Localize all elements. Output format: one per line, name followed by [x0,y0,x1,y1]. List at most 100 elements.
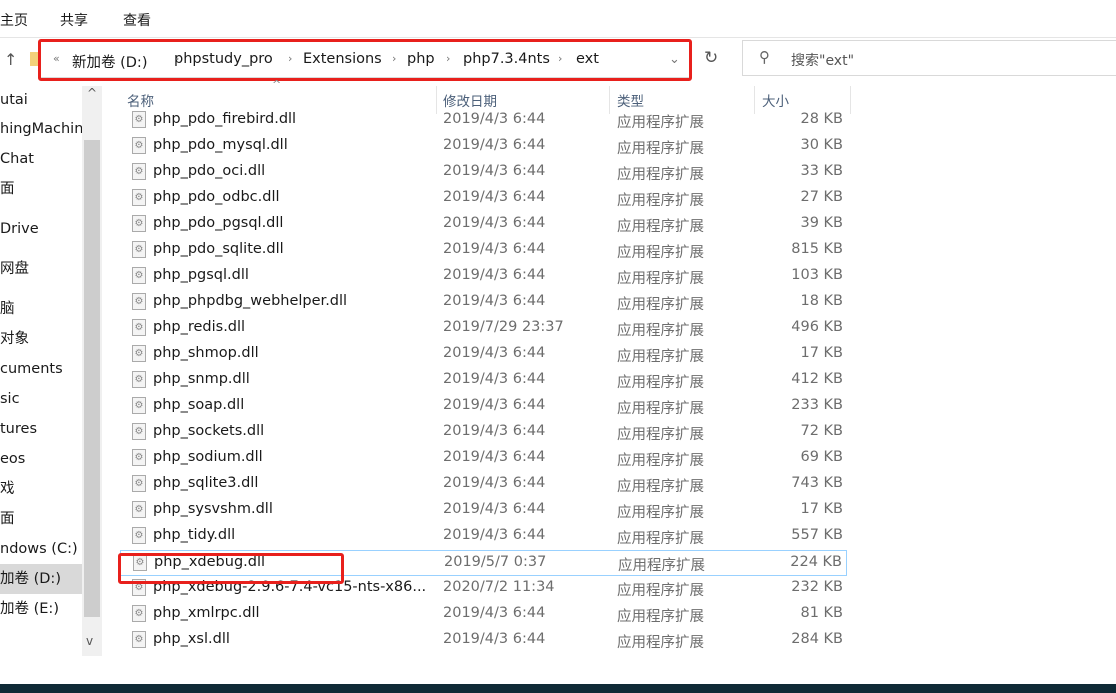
search-input[interactable]: 搜索"ext" [791,50,854,70]
dll-file-icon: ⚙ [132,163,146,180]
file-size: 496 KB [791,319,843,335]
file-date: 2019/4/3 6:44 [443,371,546,387]
file-date: 2019/4/3 6:44 [443,605,546,621]
file-row[interactable]: ⚙ php_pdo_mysql.dll 2019/4/3 6:44 应用程序扩展… [120,134,847,160]
file-date: 2019/4/3 6:44 [443,397,546,413]
file-name: php_shmop.dll [153,345,259,361]
file-name: php_sysvshm.dll [153,501,273,517]
file-row[interactable]: ⚙ php_xsl.dll 2019/4/3 6:44 应用程序扩展 284 K… [120,628,847,654]
nav-item[interactable]: ndows (C:) [0,534,82,564]
tab-share[interactable]: 共享 [60,10,88,30]
file-date: 2019/4/3 6:44 [443,215,546,231]
scroll-up-icon[interactable]: ^ [87,86,97,100]
dll-file-icon: ⚙ [132,267,146,284]
file-row[interactable]: ⚙ php_pdo_pgsql.dll 2019/4/3 6:44 应用程序扩展… [120,212,847,238]
file-row[interactable]: ⚙ php_pdo_firebird.dll 2019/4/3 6:44 应用程… [120,108,847,134]
file-type: 应用程序扩展 [617,635,704,651]
nav-item[interactable]: cuments [0,354,82,384]
file-name: php_pgsql.dll [153,267,249,283]
file-row[interactable]: ⚙ php_pdo_odbc.dll 2019/4/3 6:44 应用程序扩展 … [120,186,847,212]
file-date: 2019/4/3 6:44 [443,423,546,439]
file-name: php_xsl.dll [153,631,230,647]
dll-file-icon: ⚙ [132,449,146,466]
column-header-size[interactable]: 大小 [762,90,789,110]
file-row[interactable]: ⚙ php_soap.dll 2019/4/3 6:44 应用程序扩展 233 … [120,394,847,420]
file-type: 应用程序扩展 [617,167,704,183]
dll-file-icon: ⚙ [132,345,146,362]
column-header-name[interactable]: 名称 [127,90,154,110]
file-row[interactable]: ⚙ php_pgsql.dll 2019/4/3 6:44 应用程序扩展 103… [120,264,847,290]
column-header-type[interactable]: 类型 [617,90,644,110]
file-name: php_sodium.dll [153,449,263,465]
file-date: 2019/4/3 6:44 [443,631,546,647]
file-size: 28 KB [800,111,843,127]
nav-item[interactable]: 加卷 (D:) [0,564,82,594]
file-size: 17 KB [800,501,843,517]
nav-item[interactable]: 对象 [0,324,82,354]
dll-file-icon: ⚙ [132,189,146,206]
nav-item[interactable]: Drive [0,214,82,244]
file-size: 18 KB [800,293,843,309]
file-row[interactable]: ⚙ php_snmp.dll 2019/4/3 6:44 应用程序扩展 412 … [120,368,847,394]
scrollbar-thumb[interactable] [84,140,100,617]
file-row[interactable]: ⚙ php_sqlite3.dll 2019/4/3 6:44 应用程序扩展 7… [120,472,847,498]
file-date: 2019/4/3 6:44 [443,137,546,153]
nav-item[interactable]: sic [0,384,82,414]
nav-item[interactable]: 脑 [0,294,82,324]
file-row[interactable]: ⚙ php_sockets.dll 2019/4/3 6:44 应用程序扩展 7… [120,420,847,446]
file-row[interactable]: ⚙ php_sodium.dll 2019/4/3 6:44 应用程序扩展 69… [120,446,847,472]
nav-item[interactable]: utai [0,86,82,115]
dll-file-icon: ⚙ [132,501,146,518]
file-row[interactable]: ⚙ php_pdo_sqlite.dll 2019/4/3 6:44 应用程序扩… [120,238,847,264]
file-type: 应用程序扩展 [617,245,704,261]
tab-home[interactable]: 主页 [0,10,28,30]
dll-file-icon: ⚙ [132,215,146,232]
file-type: 应用程序扩展 [617,609,704,625]
nav-item[interactable]: Chat [0,144,82,174]
scroll-down-icon[interactable]: v [86,634,93,648]
file-type: 应用程序扩展 [617,193,704,209]
nav-item[interactable]: tures [0,414,82,444]
up-arrow-icon[interactable]: ↑ [4,50,17,69]
file-date: 2019/4/3 6:44 [443,449,546,465]
file-type: 应用程序扩展 [617,531,704,547]
file-name: php_pdo_firebird.dll [153,111,297,127]
file-row[interactable]: ⚙ php_pdo_oci.dll 2019/4/3 6:44 应用程序扩展 3… [120,160,847,186]
column-divider[interactable] [850,86,851,114]
dll-file-icon: ⚙ [132,527,146,544]
file-row[interactable]: ⚙ php_shmop.dll 2019/4/3 6:44 应用程序扩展 17 … [120,342,847,368]
file-type: 应用程序扩展 [617,271,704,287]
search-icon: ⚲ [759,48,770,66]
file-date: 2019/5/7 0:37 [444,554,547,570]
column-header-date[interactable]: 修改日期 [443,90,497,110]
file-name: php_pdo_sqlite.dll [153,241,284,257]
file-type: 应用程序扩展 [617,453,704,469]
file-name: php_sqlite3.dll [153,475,259,491]
tab-view[interactable]: 查看 [123,10,151,30]
file-row[interactable]: ⚙ php_sysvshm.dll 2019/4/3 6:44 应用程序扩展 1… [120,498,847,524]
dll-file-icon: ⚙ [132,475,146,492]
nav-item[interactable]: 面 [0,504,82,534]
nav-item[interactable]: 网盘 [0,254,82,284]
nav-item[interactable]: eos [0,444,82,474]
nav-item[interactable]: 戏 [0,474,82,504]
file-size: 233 KB [791,397,843,413]
dll-file-icon: ⚙ [132,371,146,388]
nav-item[interactable]: 加卷 (E:) [0,594,82,624]
file-date: 2019/4/3 6:44 [443,241,546,257]
file-size: 232 KB [791,579,843,595]
file-type: 应用程序扩展 [618,558,705,574]
file-name: php_soap.dll [153,397,245,413]
file-date: 2019/7/29 23:37 [443,319,564,335]
file-type: 应用程序扩展 [617,427,704,443]
file-row[interactable]: ⚙ php_tidy.dll 2019/4/3 6:44 应用程序扩展 557 … [120,524,847,550]
file-type: 应用程序扩展 [617,297,704,313]
file-row[interactable]: ⚙ php_redis.dll 2019/7/29 23:37 应用程序扩展 4… [120,316,847,342]
file-row[interactable]: ⚙ php_phpdbg_webhelper.dll 2019/4/3 6:44… [120,290,847,316]
nav-item[interactable]: 面 [0,174,82,204]
nav-item[interactable]: hingMachin [0,114,82,144]
dll-file-icon: ⚙ [132,423,146,440]
file-row[interactable]: ⚙ php_xmlrpc.dll 2019/4/3 6:44 应用程序扩展 81… [120,602,847,628]
search-box[interactable]: ⚲ 搜索"ext" [742,40,1116,76]
refresh-icon[interactable]: ↻ [704,48,718,68]
